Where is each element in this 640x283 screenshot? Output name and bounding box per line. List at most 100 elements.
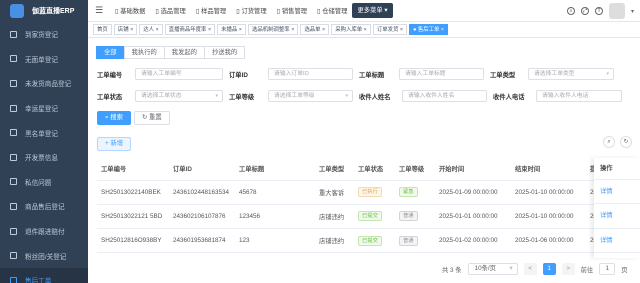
select-field[interactable]: 请选择工单等级 ▾ [268, 90, 353, 102]
select-field[interactable]: 请选择工单类型 ▾ [528, 68, 614, 80]
menu-item-icon [10, 202, 17, 210]
close-icon[interactable]: × [290, 27, 294, 33]
close-icon[interactable]: × [398, 27, 403, 33]
add-button[interactable]: + 新增 [97, 137, 132, 151]
level-badge: 紧急 [399, 187, 418, 198]
fullscreen-icon[interactable]: ⤢ [580, 7, 589, 15]
menu-item-icon [10, 276, 17, 283]
detail-link[interactable]: 详情 [594, 229, 640, 253]
field-label: 收件人姓名 [359, 93, 391, 101]
prev-page-button[interactable]: < [523, 263, 537, 275]
top-menu-item[interactable]: ▯ 基础数据 [110, 6, 150, 15]
text-input[interactable]: 请输入工单编号 [135, 68, 223, 80]
avatar[interactable] [608, 3, 625, 19]
tag-item[interactable]: 直播商品年度率 × [164, 24, 216, 35]
sidebar-item[interactable]: 开发票信息 [0, 145, 88, 170]
close-icon[interactable]: × [129, 27, 133, 33]
page-suffix: 页 [621, 266, 628, 274]
table-cell-type: 店铺违约 [315, 204, 354, 230]
search-button[interactable]: ⌕ 搜索 [97, 111, 131, 125]
menu-item-icon [10, 153, 17, 161]
table-row[interactable]: SH25013022140BEK 2436102448163534 45678 重大客… [97, 180, 640, 205]
tag-item[interactable]: 店铺 × [113, 24, 138, 35]
page-size-select[interactable]: 10条/页 ▾ [467, 263, 518, 275]
search-toggle-icon[interactable]: ⌕ [603, 136, 615, 148]
table-row[interactable]: SH25012816O938BY 2436019536818​74 123 店铺违约已… [97, 228, 640, 254]
close-icon[interactable]: × [321, 27, 325, 33]
sidebar-item-label: 幸运星登记 [25, 106, 58, 114]
sidebar-item[interactable]: 幸运星登记 [0, 96, 88, 121]
text-input[interactable]: 请输入收件人电话 [536, 90, 622, 102]
top-nav: ☰ ▯ 基础数据 ▯ 选品管理 ▯ 样品管理 ▯ 订货管理 ▯ 销售管理 ▯ 仓储管理 更多… [88, 0, 640, 22]
top-menu-item[interactable]: ▯ 仓储管理 [312, 6, 352, 15]
sidebar-item[interactable]: 私信问题 [0, 170, 88, 195]
tag-item[interactable]: 首页 [93, 24, 112, 35]
close-icon[interactable]: × [362, 27, 367, 33]
page-number-current[interactable]: 1 [542, 263, 556, 275]
top-menu-label: 选品管理 [160, 8, 186, 15]
tag-item[interactable]: 订单发货 × [372, 24, 408, 35]
filter-tab[interactable]: 抄送我的 [203, 46, 246, 59]
goto-page-input[interactable]: 1 [599, 263, 616, 275]
tag-item[interactable]: 未播品 × [217, 24, 246, 35]
close-icon[interactable]: × [439, 27, 444, 33]
field-label: 订单ID [229, 71, 248, 79]
tag-label: 未播品 [221, 27, 238, 33]
sidebar-item[interactable]: 无面单登记 [0, 47, 88, 72]
sidebar-item[interactable]: 黑名单登记 [0, 120, 88, 145]
sidebar-item[interactable]: 退件跟进赔付 [0, 219, 88, 244]
filter-tab[interactable]: 全部 [96, 46, 125, 59]
sidebar-item-label: 售后工单 [25, 278, 52, 283]
sidebar-item[interactable]: 到家货登记 [0, 22, 88, 47]
top-menu-item[interactable]: ▯ 销售管理 [272, 6, 312, 15]
text-input[interactable]: 请输入工单标题 [399, 68, 484, 80]
sidebar-item[interactable]: 商品售后登记 [0, 194, 88, 219]
tag-label: 采购入库单 [335, 27, 363, 33]
top-menu-item[interactable]: 更多菜单 ▾ [352, 3, 393, 18]
close-icon[interactable]: × [206, 27, 211, 33]
detail-link[interactable]: 详情 [594, 204, 640, 229]
text-input[interactable]: 请输入收件人姓名 [402, 90, 487, 102]
placeholder-text: 请选择工单状态 [141, 93, 182, 99]
sidebar-item[interactable]: 未发货商品登记 [0, 71, 88, 96]
reset-button[interactable]: ↻ 重置 [134, 111, 170, 125]
chevron-down-icon[interactable]: ▾ [631, 8, 634, 15]
close-icon[interactable]: × [237, 27, 242, 33]
table-cell-status: 已提交 [354, 228, 395, 254]
filter-tab[interactable]: 我发起的 [163, 46, 205, 59]
form-row-1: 工单编号 请输入工单编号 订单ID 请输入订单ID 工单标题 请输入工单标题 工单类型 请选择… [97, 68, 620, 80]
tag-item[interactable]: 达人 × [139, 24, 163, 35]
menu-item-icon [10, 104, 17, 112]
text-input[interactable]: 请输入订单ID [268, 68, 353, 80]
filter-tab[interactable]: 我执行的 [123, 46, 165, 59]
sidebar-item[interactable]: 售后工单 [0, 267, 88, 283]
top-menu-label: 更多菜单 [357, 7, 383, 14]
search-icon[interactable]: ⌕ [566, 7, 575, 15]
tags-view: 首页 店铺 × 达人 × 直播商品年度率 × 未播品 × 选品机制调整率 × 选品单 × 采购… [88, 22, 640, 38]
tag-item[interactable]: 选品机制调整率 × [247, 24, 299, 35]
hamburger-icon[interactable]: ☰ [88, 5, 110, 16]
table-cell-order: 2436019536818​74 [169, 228, 235, 254]
tag-label: 订单发货 [376, 27, 399, 33]
brand[interactable]: 伽蓝直播ERP [0, 0, 88, 22]
menu-item-icon [10, 129, 17, 137]
tag-item[interactable]: 选品单 × [300, 24, 330, 35]
refresh-icon[interactable]: ↻ [620, 136, 632, 148]
font-size-icon[interactable]: T [594, 7, 603, 15]
next-page-button[interactable]: > [561, 263, 575, 275]
menu-item-icon [10, 178, 17, 186]
sidebar: 伽蓝直播ERP 到家货登记 无面单登记 未发货商品登记幸运星登记黑名单登记 开发票信息… [0, 0, 88, 283]
tag-item[interactable]: 采购入库单 × [331, 24, 371, 35]
sidebar-item[interactable]: 粉丝团/关登记 [0, 243, 88, 268]
table-cell-order: 2436021061078​76 [169, 204, 235, 230]
close-icon[interactable]: × [154, 27, 159, 33]
column-header: 工单类型 [315, 158, 354, 181]
table-row[interactable]: SH25013022121 5BD 2436021061078​76 123456 店… [97, 204, 640, 230]
top-menu-item[interactable]: ▯ 订货管理 [231, 6, 271, 15]
top-menu-item[interactable]: ▯ 选品管理 [150, 6, 190, 15]
detail-link[interactable]: 详情 [594, 180, 640, 205]
tag-item[interactable]: ● 售后工单 × [409, 24, 449, 35]
top-menu-item[interactable]: ▯ 样品管理 [191, 6, 231, 15]
tag-label: 直播商品年度率 [168, 27, 207, 33]
select-field[interactable]: 请选择工单状态 ▾ [135, 90, 223, 102]
